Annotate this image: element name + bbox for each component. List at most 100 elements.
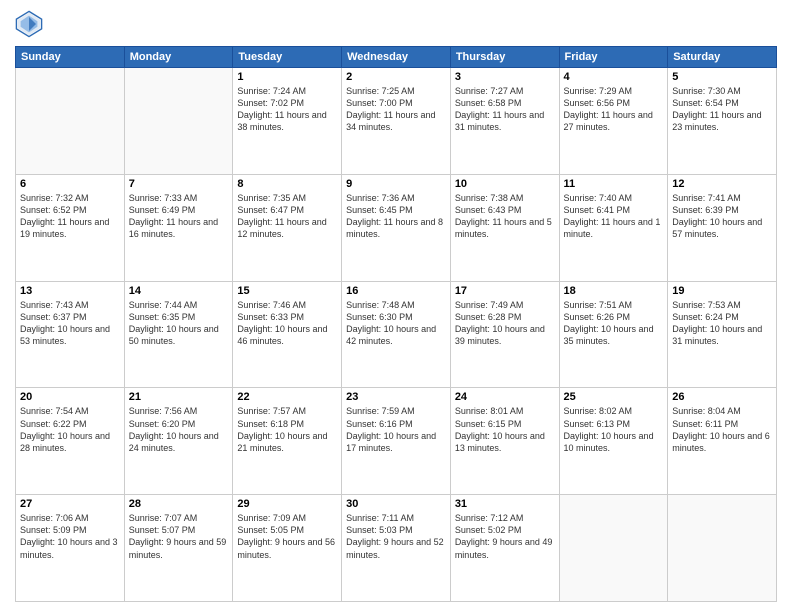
calendar-cell: 21 Sunrise: 7:56 AM Sunset: 6:20 PM Dayli…: [124, 388, 233, 495]
header: [15, 10, 777, 38]
logo: [15, 10, 47, 38]
day-info: Sunrise: 8:02 AM Sunset: 6:13 PM Dayligh…: [564, 405, 664, 454]
day-info: Sunrise: 7:29 AM Sunset: 6:56 PM Dayligh…: [564, 85, 664, 134]
day-info: Sunrise: 7:11 AM Sunset: 5:03 PM Dayligh…: [346, 512, 446, 561]
day-number: 9: [346, 178, 446, 190]
day-info: Sunrise: 7:43 AM Sunset: 6:37 PM Dayligh…: [20, 299, 120, 348]
day-info: Sunrise: 7:48 AM Sunset: 6:30 PM Dayligh…: [346, 299, 446, 348]
day-number: 14: [129, 285, 229, 297]
weekday-header-thursday: Thursday: [450, 47, 559, 68]
calendar-cell: 19 Sunrise: 7:53 AM Sunset: 6:24 PM Dayli…: [668, 281, 777, 388]
day-number: 11: [564, 178, 664, 190]
calendar-cell: 4 Sunrise: 7:29 AM Sunset: 6:56 PM Daylig…: [559, 68, 668, 175]
day-info: Sunrise: 7:35 AM Sunset: 6:47 PM Dayligh…: [237, 192, 337, 241]
calendar-cell: 17Sunrise: 7:49 AM Sunset: 6:28 PM Dayli…: [450, 281, 559, 388]
day-number: 12: [672, 178, 772, 190]
day-number: 1: [237, 71, 337, 83]
calendar: SundayMondayTuesdayWednesdayThursdayFrid…: [15, 46, 777, 602]
day-number: 22: [237, 391, 337, 403]
weekday-header-wednesday: Wednesday: [342, 47, 451, 68]
day-info: Sunrise: 7:36 AM Sunset: 6:45 PM Dayligh…: [346, 192, 446, 241]
calendar-cell: [16, 68, 125, 175]
day-number: 6: [20, 178, 120, 190]
day-number: 16: [346, 285, 446, 297]
day-number: 21: [129, 391, 229, 403]
day-info: Sunrise: 7:51 AM Sunset: 6:26 PM Dayligh…: [564, 299, 664, 348]
day-number: 7: [129, 178, 229, 190]
day-number: 15: [237, 285, 337, 297]
weekday-header-row: SundayMondayTuesdayWednesdayThursdayFrid…: [16, 47, 777, 68]
day-number: 18: [564, 285, 664, 297]
day-info: Sunrise: 7:59 AM Sunset: 6:16 PM Dayligh…: [346, 405, 446, 454]
calendar-cell: 28 Sunrise: 7:07 AM Sunset: 5:07 PM Dayli…: [124, 495, 233, 602]
weekday-header-friday: Friday: [559, 47, 668, 68]
day-number: 3: [455, 71, 555, 83]
day-info: Sunrise: 7:49 AM Sunset: 6:28 PM Dayligh…: [455, 299, 555, 348]
day-number: 23: [346, 391, 446, 403]
weekday-header-saturday: Saturday: [668, 47, 777, 68]
weekday-header-monday: Monday: [124, 47, 233, 68]
calendar-cell: 15 Sunrise: 7:46 AM Sunset: 6:33 PM Dayli…: [233, 281, 342, 388]
day-number: 26: [672, 391, 772, 403]
calendar-cell: [124, 68, 233, 175]
day-info: Sunrise: 7:38 AM Sunset: 6:43 PM Dayligh…: [455, 192, 555, 241]
day-number: 2: [346, 71, 446, 83]
day-number: 31: [455, 498, 555, 510]
day-info: Sunrise: 7:46 AM Sunset: 6:33 PM Dayligh…: [237, 299, 337, 348]
calendar-cell: 16 Sunrise: 7:48 AM Sunset: 6:30 PM Dayli…: [342, 281, 451, 388]
calendar-cell: [559, 495, 668, 602]
day-info: Sunrise: 7:53 AM Sunset: 6:24 PM Dayligh…: [672, 299, 772, 348]
page: SundayMondayTuesdayWednesdayThursdayFrid…: [0, 0, 792, 612]
day-info: Sunrise: 8:01 AM Sunset: 6:15 PM Dayligh…: [455, 405, 555, 454]
calendar-cell: 11 Sunrise: 7:40 AM Sunset: 6:41 PM Dayli…: [559, 174, 668, 281]
day-number: 4: [564, 71, 664, 83]
calendar-cell: [668, 495, 777, 602]
calendar-cell: 20 Sunrise: 7:54 AM Sunset: 6:22 PM Dayli…: [16, 388, 125, 495]
day-number: 28: [129, 498, 229, 510]
day-number: 29: [237, 498, 337, 510]
day-number: 19: [672, 285, 772, 297]
calendar-cell: 3 Sunrise: 7:27 AM Sunset: 6:58 PM Daylig…: [450, 68, 559, 175]
day-info: Sunrise: 7:25 AM Sunset: 7:00 PM Dayligh…: [346, 85, 446, 134]
week-row-3: 13Sunrise: 7:43 AM Sunset: 6:37 PM Dayli…: [16, 281, 777, 388]
day-info: Sunrise: 7:41 AM Sunset: 6:39 PM Dayligh…: [672, 192, 772, 241]
day-number: 30: [346, 498, 446, 510]
week-row-1: 1 Sunrise: 7:24 AM Sunset: 7:02 PM Daylig…: [16, 68, 777, 175]
calendar-cell: 30 Sunrise: 7:11 AM Sunset: 5:03 PM Dayli…: [342, 495, 451, 602]
calendar-cell: 14Sunrise: 7:44 AM Sunset: 6:35 PM Dayli…: [124, 281, 233, 388]
calendar-cell: 6 Sunrise: 7:32 AM Sunset: 6:52 PM Daylig…: [16, 174, 125, 281]
day-info: Sunrise: 7:27 AM Sunset: 6:58 PM Dayligh…: [455, 85, 555, 134]
weekday-header-tuesday: Tuesday: [233, 47, 342, 68]
calendar-cell: 27 Sunrise: 7:06 AM Sunset: 5:09 PM Dayli…: [16, 495, 125, 602]
day-number: 5: [672, 71, 772, 83]
calendar-cell: 12 Sunrise: 7:41 AM Sunset: 6:39 PM Dayli…: [668, 174, 777, 281]
day-info: Sunrise: 7:33 AM Sunset: 6:49 PM Dayligh…: [129, 192, 229, 241]
day-info: Sunrise: 7:24 AM Sunset: 7:02 PM Dayligh…: [237, 85, 337, 134]
calendar-cell: 18 Sunrise: 7:51 AM Sunset: 6:26 PM Dayli…: [559, 281, 668, 388]
calendar-cell: 25Sunrise: 8:02 AM Sunset: 6:13 PM Dayli…: [559, 388, 668, 495]
calendar-cell: 5 Sunrise: 7:30 AM Sunset: 6:54 PM Daylig…: [668, 68, 777, 175]
day-info: Sunrise: 7:32 AM Sunset: 6:52 PM Dayligh…: [20, 192, 120, 241]
day-info: Sunrise: 7:06 AM Sunset: 5:09 PM Dayligh…: [20, 512, 120, 561]
day-info: Sunrise: 7:12 AM Sunset: 5:02 PM Dayligh…: [455, 512, 555, 561]
day-info: Sunrise: 7:56 AM Sunset: 6:20 PM Dayligh…: [129, 405, 229, 454]
calendar-cell: 1 Sunrise: 7:24 AM Sunset: 7:02 PM Daylig…: [233, 68, 342, 175]
day-info: Sunrise: 7:40 AM Sunset: 6:41 PM Dayligh…: [564, 192, 664, 241]
day-info: Sunrise: 7:09 AM Sunset: 5:05 PM Dayligh…: [237, 512, 337, 561]
day-info: Sunrise: 7:54 AM Sunset: 6:22 PM Dayligh…: [20, 405, 120, 454]
calendar-cell: 22Sunrise: 7:57 AM Sunset: 6:18 PM Dayli…: [233, 388, 342, 495]
day-number: 10: [455, 178, 555, 190]
calendar-cell: 29 Sunrise: 7:09 AM Sunset: 5:05 PM Dayli…: [233, 495, 342, 602]
calendar-cell: 8 Sunrise: 7:35 AM Sunset: 6:47 PM Daylig…: [233, 174, 342, 281]
day-number: 8: [237, 178, 337, 190]
calendar-cell: 10 Sunrise: 7:38 AM Sunset: 6:43 PM Dayli…: [450, 174, 559, 281]
calendar-cell: 31 Sunrise: 7:12 AM Sunset: 5:02 PM Dayli…: [450, 495, 559, 602]
day-number: 24: [455, 391, 555, 403]
calendar-cell: 26Sunrise: 8:04 AM Sunset: 6:11 PM Dayli…: [668, 388, 777, 495]
day-number: 20: [20, 391, 120, 403]
week-row-2: 6 Sunrise: 7:32 AM Sunset: 6:52 PM Daylig…: [16, 174, 777, 281]
day-info: Sunrise: 7:30 AM Sunset: 6:54 PM Dayligh…: [672, 85, 772, 134]
day-info: Sunrise: 7:07 AM Sunset: 5:07 PM Dayligh…: [129, 512, 229, 561]
day-number: 27: [20, 498, 120, 510]
weekday-header-sunday: Sunday: [16, 47, 125, 68]
